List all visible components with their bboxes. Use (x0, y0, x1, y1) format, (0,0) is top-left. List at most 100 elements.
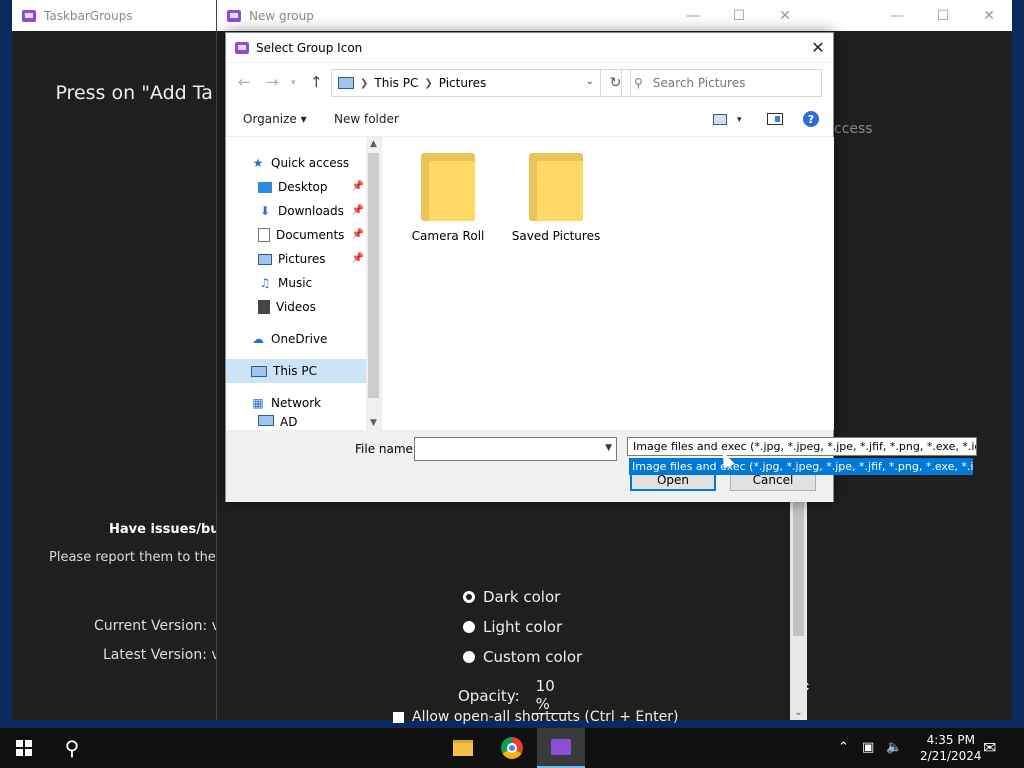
radio-label: Dark color (483, 588, 561, 606)
chevron-down-icon[interactable]: ⌄ (586, 76, 594, 87)
nav-quick-access[interactable]: ★ Quick access (226, 151, 366, 175)
clock-time: 4:35 PM (926, 733, 975, 747)
nav-label: Pictures (278, 252, 326, 266)
latest-version: Latest Version: v0 (103, 647, 229, 663)
navigation-scrollbar[interactable]: ▲ ▼ (366, 137, 381, 430)
recent-dropdown-icon[interactable]: ▾ (291, 78, 296, 88)
notification-icon[interactable]: ✉ (983, 738, 996, 757)
chevron-down-icon[interactable]: ▼ (605, 443, 612, 453)
nav-onedrive[interactable]: ☁ OneDrive (226, 327, 366, 351)
breadcrumb-this-pc[interactable]: This PC (374, 76, 418, 90)
search-button[interactable]: ⚲ (48, 728, 96, 768)
nav-downloads[interactable]: ⬇ Downloads 📌 (226, 199, 366, 223)
new-folder-button[interactable]: New folder (334, 112, 399, 126)
file-type-select[interactable]: Image files and exec (*.jpg, *.jpeg, *.j… (627, 437, 977, 456)
nav-pictures[interactable]: Pictures 📌 (226, 247, 366, 271)
app-icon (551, 739, 571, 755)
scroll-down-icon[interactable]: ⌄ (790, 707, 807, 718)
nav-network[interactable]: ▦ Network (226, 391, 366, 415)
view-icon[interactable] (713, 114, 727, 125)
maximize-icon[interactable]: ☐ (716, 0, 762, 31)
nav-label: Music (278, 276, 313, 290)
pc-icon (338, 77, 354, 89)
star-icon: ★ (252, 156, 264, 170)
minimize-icon[interactable]: — (670, 0, 716, 31)
taskbar-chrome[interactable] (488, 728, 536, 768)
radio-label: Custom color (483, 648, 583, 666)
new-group-scrollbar[interactable]: ⌄ (790, 500, 807, 720)
radio-button[interactable] (463, 621, 475, 633)
allow-open-label: Allow open-all shortcuts (Ctrl + Enter) (412, 709, 679, 725)
scroll-thumb[interactable] (793, 500, 804, 636)
taskbar: ⚲ ⌃ ▣ 🔈 4:35 PM 2/21/2024 ✉ (0, 728, 1024, 768)
folder-label: Saved Pictures (511, 229, 601, 243)
system-clock[interactable]: 4:35 PM 2/21/2024 (920, 732, 982, 764)
minimize-icon[interactable]: — (874, 0, 920, 31)
preview-pane-icon[interactable] (767, 113, 783, 125)
folder-saved-pictures[interactable]: Saved Pictures (506, 153, 606, 243)
videos-icon (258, 300, 270, 314)
app-icon (22, 9, 36, 22)
documents-icon (258, 228, 270, 242)
chrome-icon (501, 737, 523, 759)
chevron-right-icon[interactable]: ❯ (424, 78, 432, 89)
search-icon: ⚲ (634, 76, 643, 90)
address-bar[interactable]: ❯ This PC ❯ Pictures ⌄ (331, 69, 601, 97)
issues-body: Please report them to the Git (49, 550, 239, 565)
network-icon[interactable]: ▣ (862, 740, 874, 755)
start-button[interactable] (0, 728, 48, 768)
nav-desktop[interactable]: Desktop 📌 (226, 175, 366, 199)
radio-custom-color[interactable]: Custom color (463, 648, 582, 666)
chevron-up-icon[interactable]: ⌃ (838, 740, 849, 755)
windows-icon (16, 740, 32, 756)
chevron-right-icon[interactable]: ❯ (360, 78, 368, 89)
forward-arrow-icon[interactable]: → (266, 73, 279, 91)
help-icon[interactable]: ? (803, 111, 819, 127)
taskbar-taskbargroups[interactable] (537, 728, 585, 768)
pin-icon[interactable]: 📌 (352, 205, 364, 216)
pin-icon[interactable]: 📌 (352, 229, 364, 240)
scroll-up-icon[interactable]: ▲ (366, 139, 381, 149)
file-name-input[interactable]: ▼ (414, 437, 617, 461)
nav-music[interactable]: ♫ Music (226, 271, 366, 295)
search-input[interactable]: ⚲ Search Pictures (621, 69, 822, 97)
radio-button[interactable] (463, 651, 475, 663)
nav-label: Downloads (278, 204, 344, 218)
taskbar-file-explorer[interactable] (439, 728, 487, 768)
nav-label: Network (271, 396, 322, 410)
maximize-icon[interactable]: ☐ (920, 0, 966, 31)
checkbox[interactable] (393, 711, 404, 723)
pin-icon[interactable]: 📌 (352, 181, 364, 192)
breadcrumb-pictures[interactable]: Pictures (439, 76, 487, 90)
nav-label: Documents (276, 228, 345, 242)
organize-button[interactable]: Organize ▾ (243, 112, 307, 126)
scroll-down-icon[interactable]: ▼ (366, 418, 381, 428)
view-dropdown-icon[interactable]: ▾ (737, 115, 742, 125)
new-group-title: New group (249, 8, 314, 23)
nav-videos[interactable]: Videos (226, 295, 366, 319)
access-text: ccess (834, 121, 873, 137)
close-icon[interactable]: ✕ (762, 0, 808, 31)
dialog-titlebar[interactable]: Select Group Icon ✕ (226, 33, 833, 62)
nav-label: Videos (276, 300, 316, 314)
back-arrow-icon[interactable]: ← (238, 73, 251, 91)
radio-light-color[interactable]: Light color (463, 618, 562, 636)
scroll-thumb[interactable] (368, 153, 379, 398)
folder-camera-roll[interactable]: Camera Roll (398, 153, 498, 243)
nav-ad[interactable]: AD (226, 415, 366, 430)
close-icon[interactable]: ✕ (966, 0, 1012, 31)
file-name-label: File name: (355, 442, 417, 456)
new-group-titlebar[interactable]: New group — ☐ ✕ (217, 0, 808, 31)
volume-icon[interactable]: 🔈 (886, 740, 902, 755)
radio-button[interactable] (463, 591, 475, 603)
nav-documents[interactable]: Documents 📌 (226, 223, 366, 247)
nav-label: AD (280, 415, 298, 429)
pin-icon[interactable]: 📌 (352, 253, 364, 264)
navigation-pane: ★ Quick access Desktop 📌 ⬇ Downloads 📌 D… (226, 137, 381, 430)
nav-this-pc[interactable]: This PC (226, 359, 366, 383)
up-arrow-icon[interactable]: ↑ (310, 73, 323, 91)
radio-dark-color[interactable]: Dark color (463, 588, 560, 606)
file-type-option[interactable]: Image files and exec (*.jpg, *.jpeg, *.j… (629, 458, 973, 475)
allow-open-all-checkbox[interactable]: Allow open-all shortcuts (Ctrl + Enter) (393, 709, 678, 725)
close-icon[interactable]: ✕ (803, 33, 833, 62)
